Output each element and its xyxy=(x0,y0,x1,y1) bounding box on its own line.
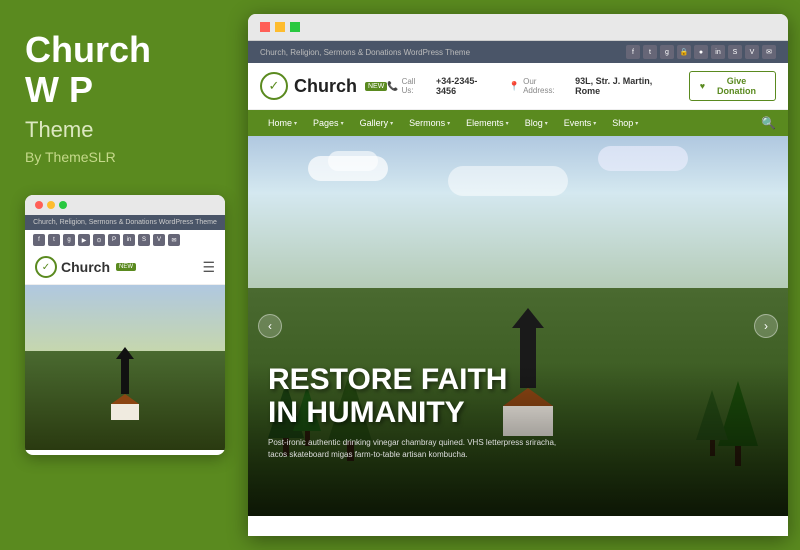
nav-item-elements[interactable]: Elements▾ xyxy=(458,110,517,136)
site-hero: RESTORE FAITH IN HUMANITY Post-ironic au… xyxy=(248,136,788,516)
theme-by: By ThemeSLR xyxy=(25,149,223,165)
browser-dot-green xyxy=(290,22,300,32)
mobile-church-figure xyxy=(111,359,139,420)
nav-item-sermons[interactable]: Sermons▾ xyxy=(401,110,458,136)
contact-address: 📍 Our Address: 93L, Str. J. Martin, Rome xyxy=(509,76,673,96)
location-icon: 📍 xyxy=(509,81,520,92)
mobile-social-icon-gp: g xyxy=(63,234,75,246)
mobile-topbar: Church, Religion, Sermons & Donations Wo… xyxy=(25,215,225,230)
cloud-2 xyxy=(328,151,378,171)
site-logo-text: Church xyxy=(294,76,357,97)
browser-chrome xyxy=(248,14,788,41)
nav-sermons-arrow: ▾ xyxy=(447,120,450,127)
topbar-social-icons: f t g 🔒 ● in S V ✉ xyxy=(626,45,776,59)
call-value: +34-2345-3456 xyxy=(436,76,493,96)
nav-item-blog[interactable]: Blog▾ xyxy=(517,110,556,136)
site-nav: Home▾ Pages▾ Gallery▾ Sermons▾ Elements▾… xyxy=(248,110,788,136)
topbar-social-tw[interactable]: t xyxy=(643,45,657,59)
nav-blog-arrow: ▾ xyxy=(545,120,548,127)
hero-text-block: RESTORE FAITH IN HUMANITY Post-ironic au… xyxy=(268,363,768,461)
theme-title: Church W P xyxy=(25,30,223,109)
site-logo-icon: ✓ xyxy=(260,72,288,100)
topbar-social-lock[interactable]: 🔒 xyxy=(677,45,691,59)
topbar-social-e[interactable]: ✉ xyxy=(762,45,776,59)
topbar-social-v[interactable]: V xyxy=(745,45,759,59)
mobile-social-icon-s: S xyxy=(138,234,150,246)
mobile-logo-badge: NEW xyxy=(116,263,136,271)
mobile-social-icon-yt: ▶ xyxy=(78,234,90,246)
call-label: Call Us: xyxy=(402,77,428,95)
topbar-social-in[interactable]: in xyxy=(711,45,725,59)
heart-icon: ♥ xyxy=(700,81,705,91)
nav-events-arrow: ▾ xyxy=(593,120,596,127)
nav-item-shop[interactable]: Shop▾ xyxy=(604,110,646,136)
topbar-social-s[interactable]: S xyxy=(728,45,742,59)
mobile-social-bar: f t g ▶ ⊙ P in S V ✉ xyxy=(25,230,225,250)
mobile-hamburger-icon[interactable]: ☰ xyxy=(202,259,215,276)
topbar-social-dot[interactable]: ● xyxy=(694,45,708,59)
mobile-logo-area: ✓ Church NEW xyxy=(35,256,136,278)
nav-search-icon[interactable]: 🔍 xyxy=(761,116,776,130)
site-logo-area: ✓ Church NEW xyxy=(260,72,387,100)
site-tagline: Church, Religion, Sermons & Donations Wo… xyxy=(260,48,470,57)
dot-red xyxy=(35,201,43,209)
address-label: Our Address: xyxy=(523,77,567,95)
mobile-social-icon-rss: ⊙ xyxy=(93,234,105,246)
carousel-arrow-prev[interactable]: ‹ xyxy=(258,314,282,338)
browser-dot-yellow xyxy=(275,22,285,32)
phone-icon: 📞 xyxy=(387,81,398,92)
mobile-social-icon-in: in xyxy=(123,234,135,246)
site-logo-badge: NEW xyxy=(365,82,387,91)
dot-green xyxy=(59,201,67,209)
browser-dot-red xyxy=(260,22,270,32)
dot-yellow xyxy=(47,201,55,209)
carousel-arrow-next[interactable]: › xyxy=(754,314,778,338)
nav-shop-arrow: ▾ xyxy=(635,120,638,127)
site-header-contact: 📞 Call Us: +34-2345-3456 📍 Our Address: … xyxy=(387,71,776,101)
contact-phone: 📞 Call Us: +34-2345-3456 xyxy=(387,76,493,96)
mobile-header: ✓ Church NEW ☰ xyxy=(25,250,225,285)
nav-item-events[interactable]: Events▾ xyxy=(556,110,605,136)
nav-items: Home▾ Pages▾ Gallery▾ Sermons▾ Elements▾… xyxy=(260,110,646,136)
donate-button[interactable]: ♥ Give Donation xyxy=(689,71,776,101)
site-topbar: Church, Religion, Sermons & Donations Wo… xyxy=(248,41,788,63)
address-value: 93L, Str. J. Martin, Rome xyxy=(575,76,673,96)
nav-elements-arrow: ▾ xyxy=(506,120,509,127)
cloud-3 xyxy=(448,166,568,196)
mobile-social-icon-pin: P xyxy=(108,234,120,246)
nav-pages-arrow: ▾ xyxy=(341,120,344,127)
topbar-social-fb[interactable]: f xyxy=(626,45,640,59)
nav-item-home[interactable]: Home▾ xyxy=(260,110,305,136)
left-panel: Church W P Theme By ThemeSLR Church, Rel… xyxy=(0,0,248,550)
nav-item-pages[interactable]: Pages▾ xyxy=(305,110,352,136)
mobile-logo-text: Church xyxy=(61,259,110,275)
theme-subtitle: Theme xyxy=(25,117,223,143)
cloud-4 xyxy=(598,146,688,171)
mobile-social-icon-tw: t xyxy=(48,234,60,246)
hero-title: RESTORE FAITH IN HUMANITY xyxy=(268,363,768,429)
browser-mockup: Church, Religion, Sermons & Donations Wo… xyxy=(248,14,788,536)
hero-subtitle: Post-ironic authentic drinking vinegar c… xyxy=(268,437,568,461)
mobile-logo-icon: ✓ xyxy=(35,256,57,278)
mobile-social-icon-e: ✉ xyxy=(168,234,180,246)
site-header: ✓ Church NEW 📞 Call Us: +34-2345-3456 📍 … xyxy=(248,63,788,110)
mobile-social-icon-fb: f xyxy=(33,234,45,246)
mobile-hero-image xyxy=(25,285,225,450)
nav-gallery-arrow: ▾ xyxy=(390,120,393,127)
mobile-browser-dots xyxy=(25,195,225,215)
nav-item-gallery[interactable]: Gallery▾ xyxy=(352,110,402,136)
topbar-social-gp[interactable]: g xyxy=(660,45,674,59)
mobile-preview-card: Church, Religion, Sermons & Donations Wo… xyxy=(25,195,225,455)
nav-home-arrow: ▾ xyxy=(294,120,297,127)
mobile-social-icon-v: V xyxy=(153,234,165,246)
